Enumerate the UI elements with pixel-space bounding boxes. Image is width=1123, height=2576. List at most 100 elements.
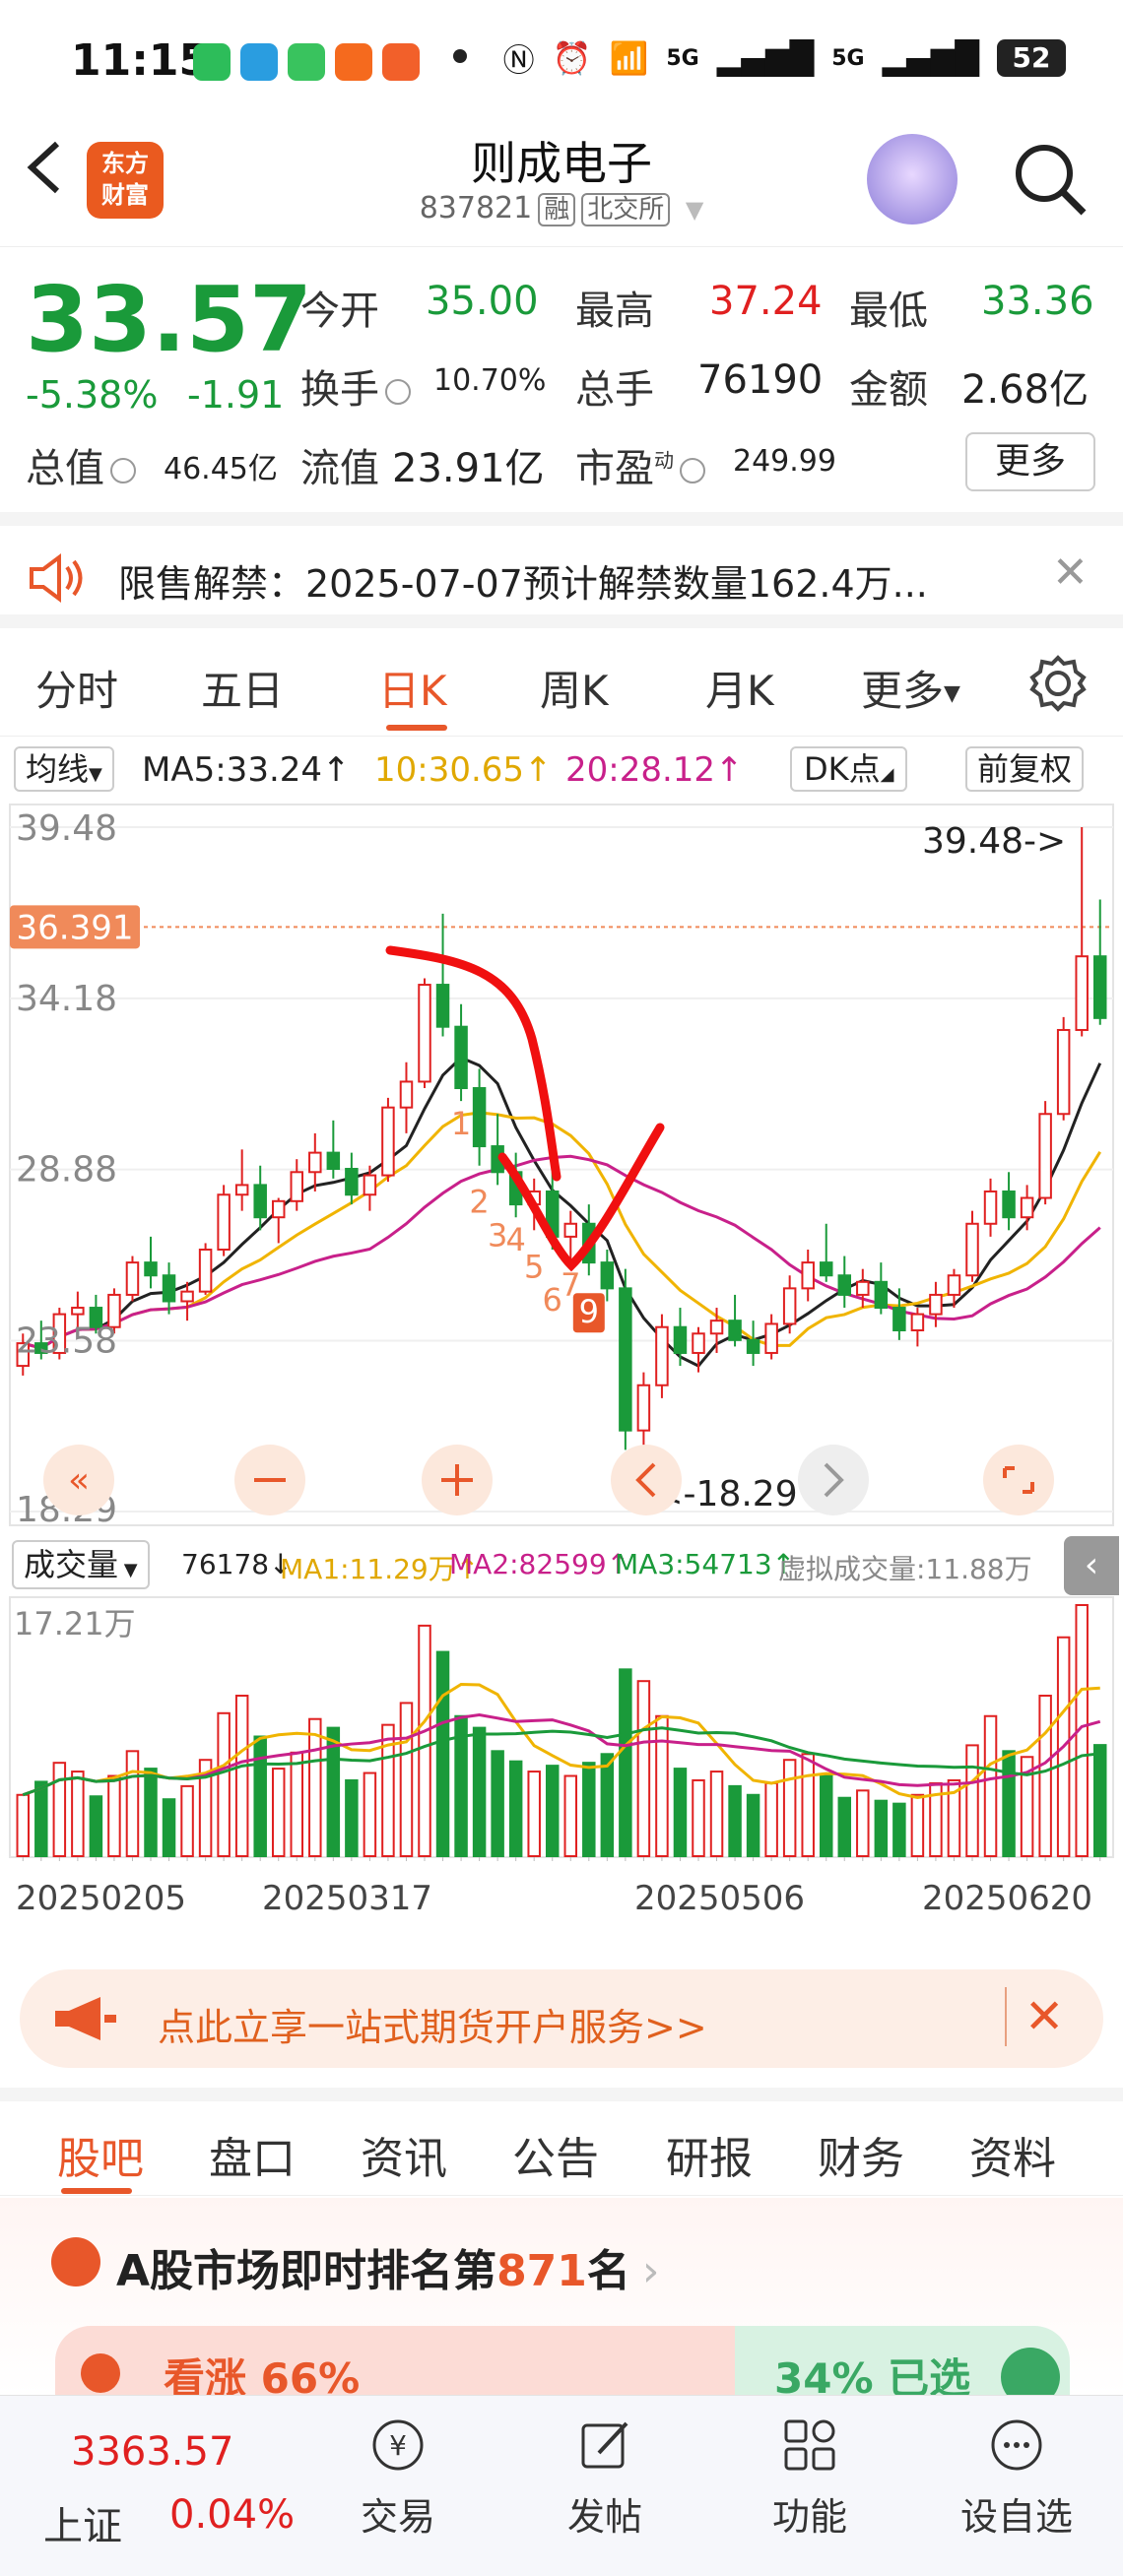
last-price: 33.57: [26, 267, 313, 372]
nav-trade[interactable]: ¥ 交易: [329, 2415, 467, 2541]
bear-vote[interactable]: 34% 已选: [735, 2326, 1070, 2395]
volume-bar: [1002, 1750, 1016, 1857]
candle-body: [636, 1384, 651, 1432]
candle-body: [619, 1287, 632, 1432]
unlock-notice[interactable]: 限售解禁：2025-07-07预计解禁数量162.4万... ✕: [0, 512, 1123, 628]
chart-frame: [9, 804, 1114, 1526]
tab-intraday[interactable]: 分时: [35, 658, 118, 718]
alarm-icon: ⏰: [552, 39, 592, 77]
bull-vote[interactable]: 看涨 66%: [55, 2326, 735, 2395]
virtual-volume: 虚拟成交量:11.88万: [778, 1553, 1032, 1585]
ma-indicator-row: 均线▼ MA5:33.24↑ 10:30.65↑ 20:28.12↑ DK点◢ …: [0, 741, 1123, 800]
volume-bar: [563, 1774, 578, 1857]
tab-profile[interactable]: 资料: [969, 2123, 1056, 2186]
more-button[interactable]: 更多: [965, 432, 1095, 491]
tab-guba[interactable]: 股吧: [57, 2123, 144, 2186]
max-price-marker: 39.48->: [922, 821, 1066, 862]
volume-bar: [801, 1753, 815, 1857]
gear-icon[interactable]: [1028, 654, 1088, 713]
candle-body: [728, 1320, 742, 1341]
search-icon[interactable]: [1009, 138, 1091, 221]
volume-bar: [308, 1717, 322, 1858]
pe-label-text: 市盈: [575, 446, 654, 491]
volume-bar: [1092, 1744, 1107, 1857]
tab-more-label: 更多: [861, 667, 945, 715]
tab-announcement[interactable]: 公告: [512, 2123, 599, 2186]
info-icon[interactable]: [680, 458, 705, 483]
pe-label: 市盈动: [575, 436, 711, 493]
close-icon[interactable]: ✕: [1024, 1989, 1064, 2044]
signal-icon: ▂▄▆█: [716, 39, 815, 77]
sentiment-vote-bar[interactable]: 看涨 66% 34% 已选: [55, 2326, 1070, 2395]
candle-body: [71, 1307, 85, 1316]
wechat-icon: [193, 43, 231, 81]
close-icon[interactable]: ✕: [1052, 547, 1089, 598]
signal-number: 1: [451, 1105, 471, 1142]
tab-five-day[interactable]: 五日: [201, 658, 284, 718]
indicator-selector[interactable]: 均线▼: [14, 746, 114, 792]
volume-chart[interactable]: 17.21万: [0, 1595, 1123, 1861]
futures-ad-banner[interactable]: 点此立享一站式期货开户服务>> ✕: [20, 1969, 1103, 2068]
candle-body: [692, 1332, 705, 1354]
tab-monthly-k[interactable]: 月K: [705, 658, 774, 718]
nav-watchlist-label: 设自选: [959, 2495, 1073, 2539]
collapse-panel-button[interactable]: ‹: [1064, 1536, 1119, 1595]
tab-weekly-k[interactable]: 周K: [540, 658, 609, 718]
scroll-right-button[interactable]: [798, 1445, 869, 1515]
vol-ma2-line: [22, 1713, 1101, 1797]
volume-bar: [71, 1771, 85, 1857]
tab-pankou[interactable]: 盘口: [209, 2123, 296, 2186]
amount-value: 2.68亿: [961, 367, 1090, 413]
volume-bar: [728, 1784, 742, 1857]
volume-bar: [290, 1751, 304, 1857]
turnover-value: 10.70%: [433, 363, 547, 398]
volume-selector[interactable]: 成交量 ▼: [12, 1540, 150, 1589]
candle-body: [125, 1261, 140, 1296]
volume-y-max-label: 17.21万: [14, 1605, 136, 1642]
fullscreen-button[interactable]: [983, 1445, 1054, 1515]
tab-research[interactable]: 研报: [666, 2123, 753, 2186]
nav-functions[interactable]: 功能: [741, 2415, 879, 2541]
candle-body: [217, 1193, 231, 1252]
float-cap-label: 流值: [300, 446, 379, 491]
tab-news[interactable]: 资讯: [361, 2123, 447, 2186]
app2-icon: [382, 43, 420, 81]
rank-text: A股市场即时排名第871名 ›: [116, 2235, 660, 2298]
volume-bar: [508, 1760, 523, 1857]
rank-chart-icon: [51, 2237, 100, 2286]
dk-point-button[interactable]: DK点◢: [790, 746, 908, 792]
nav-watchlist[interactable]: 设自选: [948, 2415, 1086, 2541]
info-icon[interactable]: [385, 379, 411, 405]
telegram-icon: [240, 43, 278, 81]
battery-indicator: 52: [997, 39, 1066, 77]
candle-body: [271, 1199, 286, 1219]
tab-finance[interactable]: 财务: [818, 2123, 904, 2186]
volume-bar: [600, 1753, 615, 1857]
volume-bar: [34, 1780, 48, 1857]
index-name[interactable]: 上证: [43, 2494, 122, 2551]
tab-daily-k[interactable]: 日K: [378, 658, 447, 718]
volume-ma-lines: [22, 1682, 1101, 1799]
tab-more[interactable]: 更多▼: [861, 658, 960, 718]
index-value[interactable]: 3363.57: [71, 2429, 233, 2475]
high-label: 最高: [575, 289, 654, 334]
candle-body: [345, 1168, 359, 1196]
period-tabs: 分时 五日 日K 周K 月K 更多▼: [0, 630, 1123, 737]
candle-body: [600, 1261, 615, 1290]
volume-ma3: MA3:54713↑: [615, 1548, 796, 1580]
nav-post[interactable]: 发帖: [536, 2415, 674, 2541]
candle-body: [1075, 955, 1089, 1031]
info-icon[interactable]: [110, 458, 136, 483]
volume-bar: [655, 1714, 669, 1858]
active-tab-indicator: [61, 2188, 132, 2194]
indicator-selector-label: 均线: [26, 750, 90, 788]
kline-chart[interactable]: 39.4834.1828.8823.5818.2936.39139.48-><-…: [0, 803, 1123, 1531]
caret-down-icon: ◢: [880, 764, 894, 785]
index-change-pct[interactable]: 0.04%: [169, 2492, 295, 2538]
high-value: 37.24: [709, 279, 823, 324]
scroll-left-button[interactable]: [611, 1445, 682, 1515]
rank-number: 871: [496, 2246, 587, 2296]
adjust-button[interactable]: 前复权: [965, 746, 1085, 792]
robot-avatar[interactable]: [867, 134, 958, 225]
signal-number: 2: [469, 1184, 489, 1221]
